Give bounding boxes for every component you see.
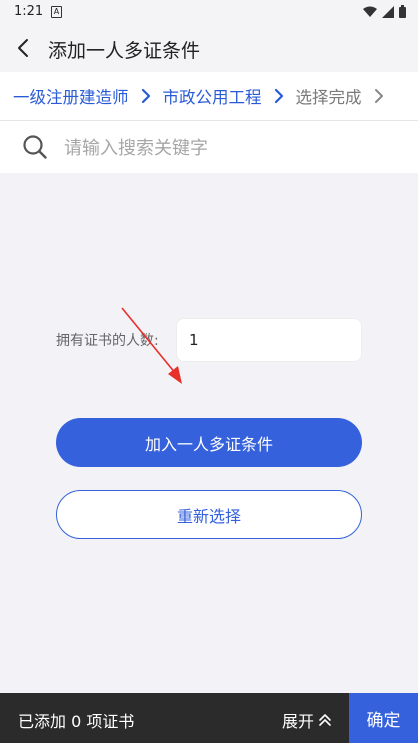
expand-toggle[interactable]: 展开 bbox=[282, 708, 332, 732]
notification-icon: A bbox=[51, 6, 62, 18]
added-count-text: 已添加 0 项证书 bbox=[18, 712, 135, 731]
chevron-right-icon bbox=[274, 88, 283, 104]
search-icon bbox=[23, 135, 47, 159]
wifi-icon bbox=[363, 6, 377, 17]
chevron-right-icon bbox=[374, 89, 383, 103]
status-time: 1:21 bbox=[14, 4, 44, 19]
status-icons bbox=[363, 5, 406, 18]
breadcrumb-item-done: 选择完成 bbox=[295, 88, 362, 107]
chevron-right-icon bbox=[141, 88, 150, 104]
battery-icon bbox=[399, 5, 406, 18]
add-condition-button[interactable]: 加入一人多证条件 bbox=[56, 418, 362, 467]
cellular-signal-icon bbox=[382, 5, 394, 18]
annotation-arrow-icon bbox=[121, 307, 182, 384]
bottom-bar: 已添加 0 项证书 展开 确定 bbox=[0, 693, 418, 743]
app-header: 添加一人多证条件 bbox=[0, 24, 418, 72]
chevron-left-icon[interactable] bbox=[12, 36, 36, 60]
breadcrumb-item-qualification[interactable]: 一级注册建造师 bbox=[13, 84, 129, 108]
person-count-input[interactable] bbox=[176, 318, 362, 362]
expand-label: 展开 bbox=[282, 712, 315, 731]
double-chevron-up-icon bbox=[319, 714, 331, 726]
confirm-button[interactable]: 确定 bbox=[349, 693, 418, 743]
breadcrumb: 一级注册建造师 市政公用工程 选择完成 bbox=[0, 72, 418, 121]
status-bar: 1:21 A bbox=[0, 0, 418, 24]
breadcrumb-item-specialty[interactable]: 市政公用工程 bbox=[163, 84, 262, 108]
reselect-button[interactable]: 重新选择 bbox=[56, 490, 362, 539]
page-title: 添加一人多证条件 bbox=[48, 40, 201, 62]
search-input[interactable] bbox=[62, 133, 396, 163]
search-bar bbox=[0, 121, 418, 173]
